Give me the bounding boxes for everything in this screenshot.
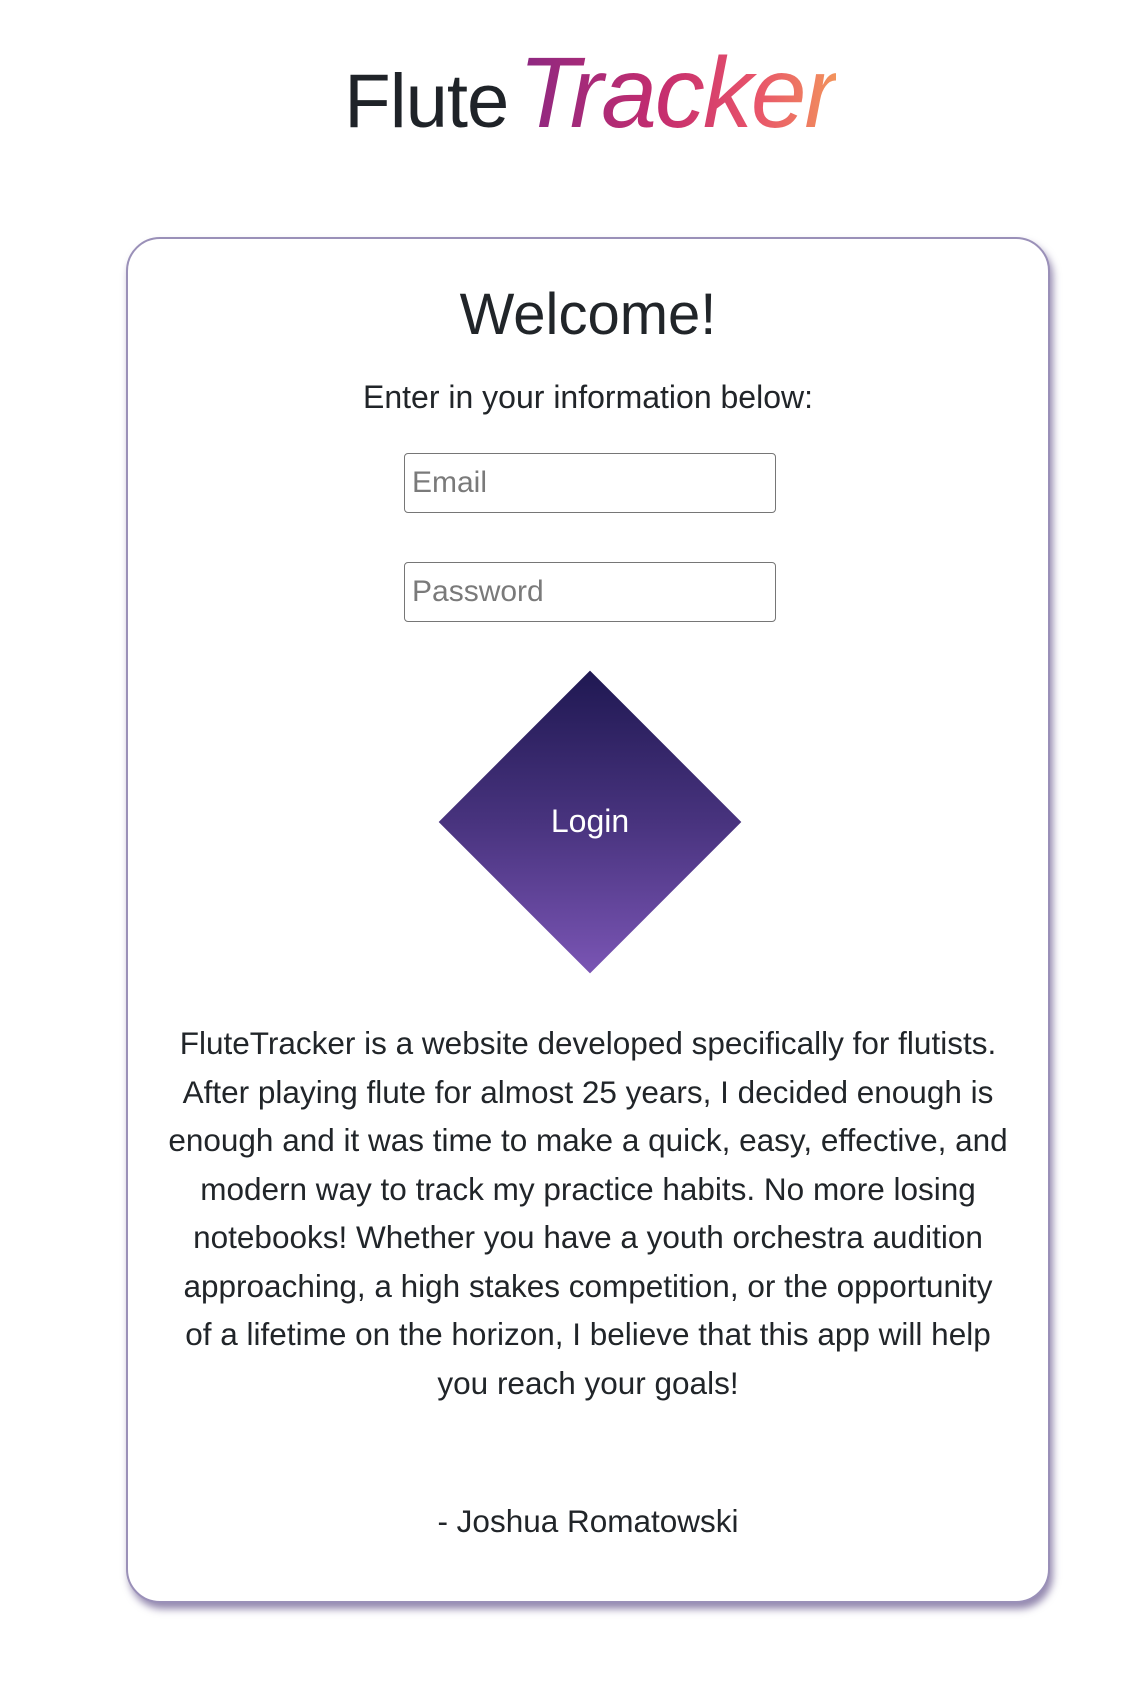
logo-text-flute: Flute — [344, 59, 509, 144]
app-logo: Flute Tracker — [0, 36, 1140, 151]
welcome-heading: Welcome! — [459, 282, 717, 347]
email-input[interactable] — [404, 453, 776, 513]
login-button-area: Login — [438, 670, 742, 974]
author-signature: - Joshua Romatowski — [437, 1503, 739, 1539]
instructions-text: Enter in your information below: — [363, 379, 813, 415]
app-description: FluteTracker is a website developed spec… — [168, 1025, 1008, 1401]
password-input[interactable] — [404, 562, 776, 622]
login-card: Welcome! Enter in your information below… — [126, 237, 1050, 1603]
login-button[interactable] — [438, 670, 742, 974]
page: Flute Tracker Welcome! Enter in your info… — [0, 0, 1140, 1692]
logo-text-tracker: Tracker — [518, 37, 837, 149]
